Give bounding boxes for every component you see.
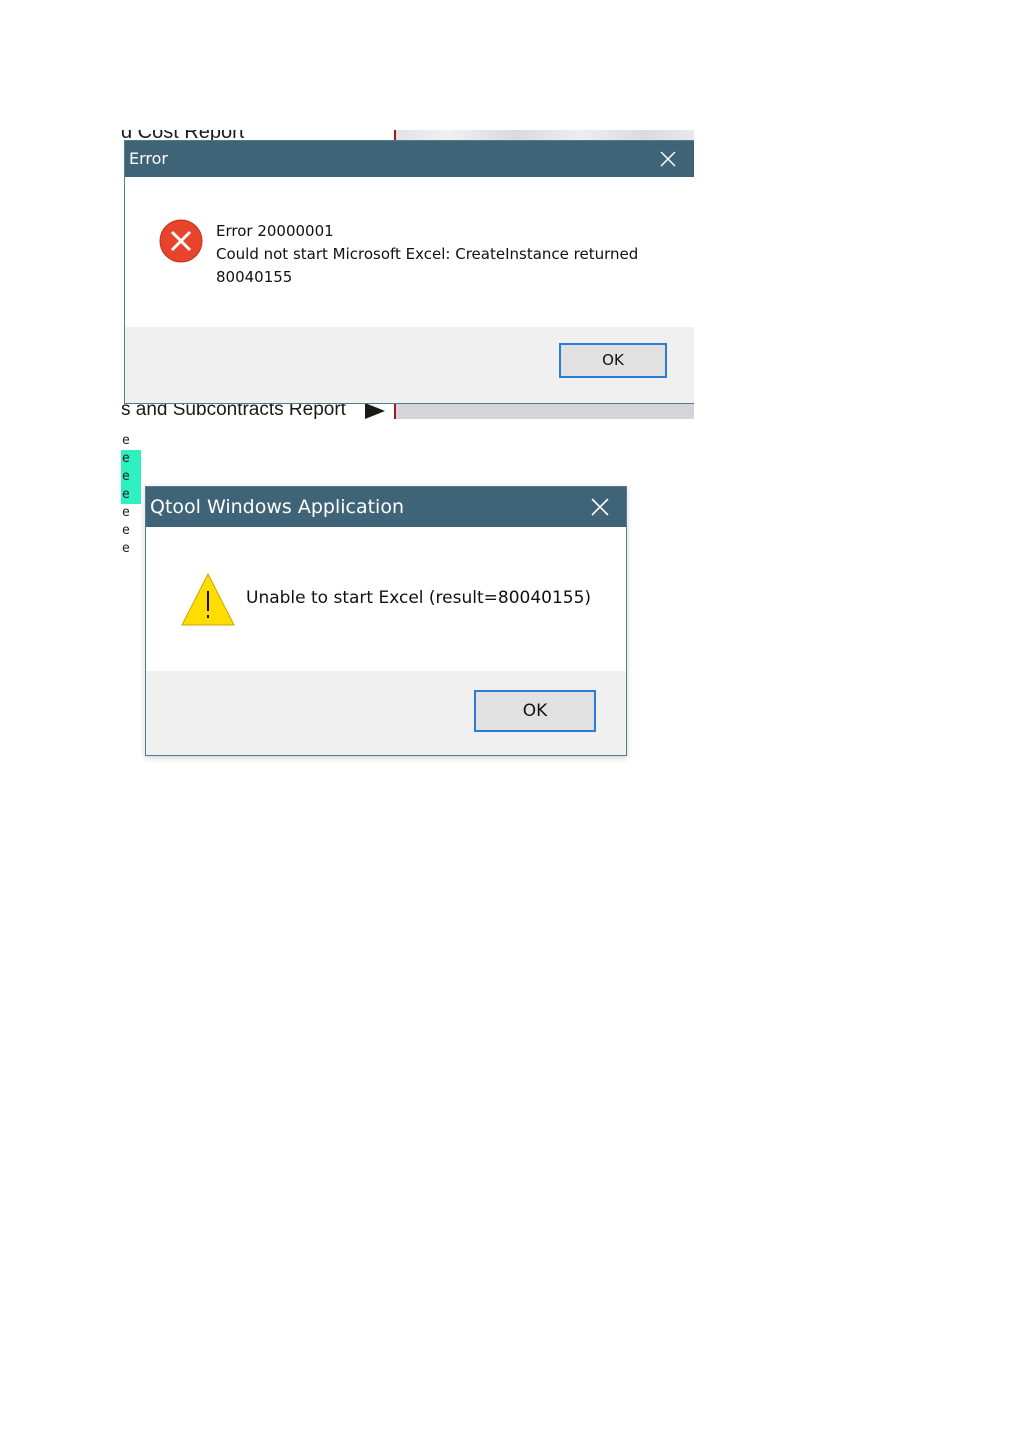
- cell-item-highlighted: e: [121, 468, 141, 486]
- cell-item: e: [122, 505, 130, 520]
- background-divider-bottom: [394, 402, 396, 419]
- error-screenshot: d Cost Report s and Subcontracts Report …: [121, 130, 694, 419]
- qtool-dialog-title: Qtool Windows Application: [150, 496, 404, 518]
- error-dialog-title: Error: [129, 149, 168, 168]
- qtool-dialog-footer: OK: [146, 671, 626, 755]
- cell-item: e: [122, 541, 130, 556]
- error-dialog-body: Error 20000001 Could not start Microsoft…: [125, 177, 694, 327]
- error-result-line: 80040155: [216, 268, 293, 286]
- error-x-icon: [159, 219, 203, 263]
- warning-icon: [181, 572, 235, 626]
- cell-item-highlighted: e: [121, 450, 141, 468]
- error-code-line: Error 20000001: [216, 222, 334, 240]
- error-detail-line: Could not start Microsoft Excel: CreateI…: [216, 245, 639, 263]
- cell-item: e: [122, 433, 130, 448]
- qtool-dialog: Qtool Windows Application Unable to star…: [145, 486, 627, 756]
- cell-item-highlighted: e: [121, 486, 141, 504]
- play-arrow-icon: [365, 403, 385, 419]
- ok-button[interactable]: OK: [474, 690, 596, 732]
- cell-column: e e e e e e e: [121, 432, 141, 558]
- error-dialog-footer: OK: [125, 327, 694, 403]
- error-message: Error 20000001 Could not start Microsoft…: [216, 220, 638, 289]
- qtool-dialog-body: Unable to start Excel (result=80040155): [146, 527, 626, 671]
- qtool-message: Unable to start Excel (result=80040155): [246, 588, 592, 608]
- cell-item: e: [122, 523, 130, 538]
- error-dialog: Error Error 20000001 Could not start Mic…: [124, 140, 694, 404]
- qtool-dialog-titlebar: Qtool Windows Application: [146, 487, 626, 527]
- close-icon[interactable]: [658, 149, 678, 169]
- error-dialog-titlebar: Error: [125, 141, 694, 177]
- ok-button[interactable]: OK: [559, 343, 667, 378]
- close-icon[interactable]: [590, 497, 610, 517]
